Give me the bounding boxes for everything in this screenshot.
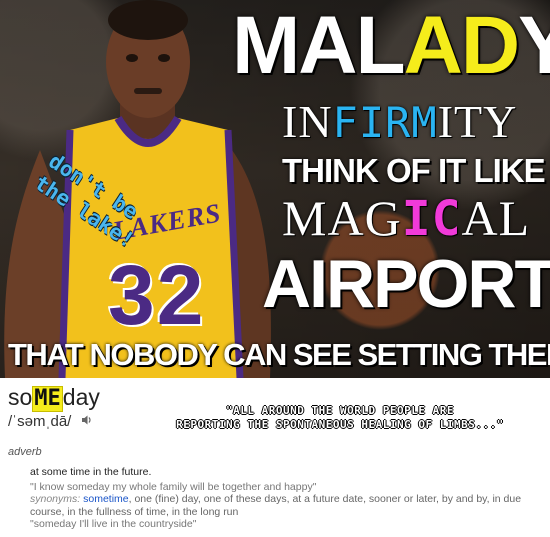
infirmity-part2: ITY [437, 96, 518, 147]
infirmity-highlight: FIRM [332, 98, 438, 147]
line-airport: AIRPORT [262, 246, 550, 322]
synonyms-label: synonyms: [30, 493, 81, 505]
healing-quote: "ALL AROUND THE WORLD PEOPLE ARE REPORTI… [140, 404, 540, 432]
line-think-of-it: THINK OF IT LIKE A [282, 152, 550, 189]
meme-image: LAKERS 32 MALADY INFIRMITY THINK OF IT L… [0, 0, 550, 378]
word-part2: day [62, 384, 100, 410]
magical-part2: AL [461, 190, 531, 246]
word-highlight: ME [32, 386, 63, 412]
example-text-2: "someday I'll live in the countryside" [30, 518, 197, 530]
word-part1: so [8, 384, 33, 410]
dictionary-card: soMEday /ˈsəmˌdā/ "ALL AROUND THE WORLD … [0, 378, 550, 537]
pronunciation-text: /ˈsəmˌdā/ [8, 413, 72, 430]
quote-line2: REPORTING THE SPONTANEOUS HEALING OF LIM… [176, 418, 504, 431]
quote-line1: "ALL AROUND THE WORLD PEOPLE ARE [226, 404, 454, 417]
magical-highlight: IC [401, 191, 462, 247]
title-part2: Y [518, 0, 550, 91]
title-malady: MALADY [232, 0, 550, 91]
pronunciation: /ˈsəmˌdā/ [8, 412, 93, 432]
line-magical: MAGICAL [282, 190, 547, 247]
definition-text: at some time in the future. [30, 466, 152, 478]
line-infirmity: INFIRMITY [282, 96, 547, 149]
definition-block: at some time in the future. "I know some… [30, 466, 545, 531]
title-highlight: AD [403, 0, 520, 91]
line-nobody-can-see: THAT NOBODY CAN SEE SETTING THEM FREE [8, 337, 550, 372]
infirmity-part1: IN [282, 96, 333, 147]
synonyms: synonyms: sometime, one (fine) day, one … [30, 493, 545, 518]
part-of-speech: adverb [8, 446, 42, 458]
speaker-icon[interactable] [81, 412, 93, 432]
title-part1: MAL [232, 0, 406, 91]
magical-part1: MAG [282, 190, 402, 246]
example-text: "I know someday my whole family will be … [30, 480, 317, 493]
dictionary-word: soMEday [8, 382, 100, 412]
synonym-link-sometime[interactable]: sometime [83, 493, 129, 505]
